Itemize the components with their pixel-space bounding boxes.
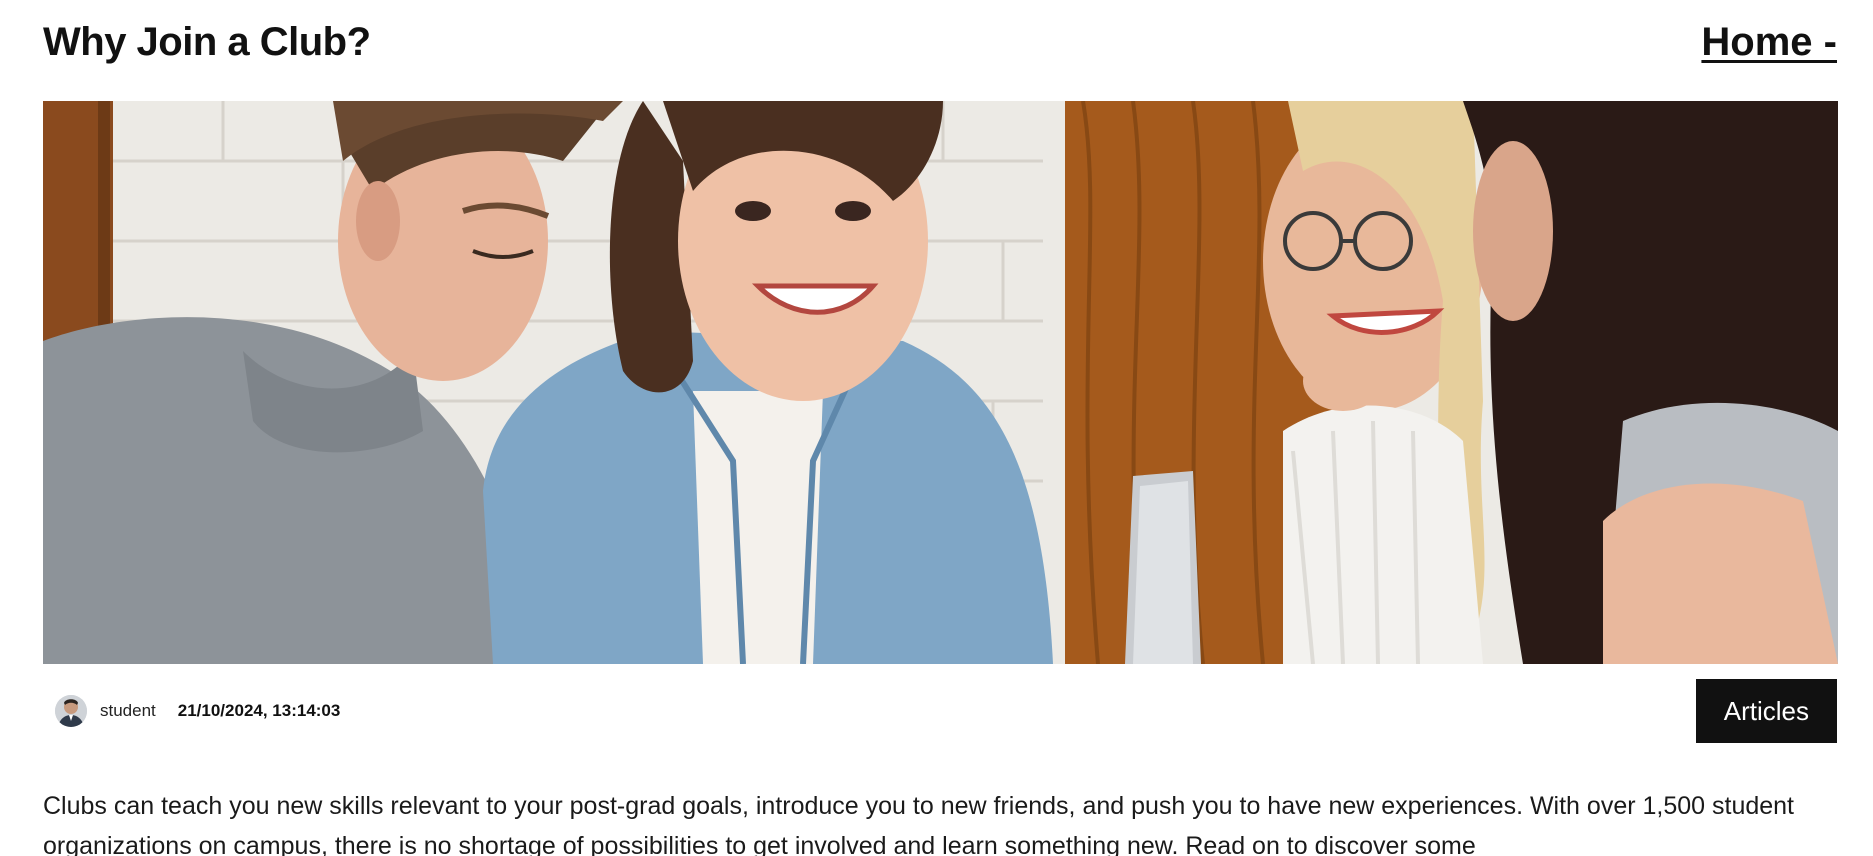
home-link[interactable]: Home -: [1701, 20, 1837, 65]
author-name[interactable]: student: [100, 701, 156, 721]
page-header: Why Join a Club? Home -: [43, 14, 1837, 70]
category-articles-button[interactable]: Articles: [1695, 679, 1837, 743]
author-info: student 21/10/2024, 13:14:03: [43, 695, 340, 727]
article-meta: student 21/10/2024, 13:14:03 Articles: [43, 679, 1837, 743]
page-title: Why Join a Club?: [43, 19, 371, 64]
students-photo: [43, 101, 1838, 664]
avatar[interactable]: [55, 695, 87, 727]
hero-image: [43, 101, 1838, 664]
post-date: 21/10/2024, 13:14:03: [177, 701, 341, 720]
article-intro: Clubs can teach you new skills relevant …: [43, 792, 1795, 856]
user-avatar-icon: [55, 695, 87, 727]
article-page: Why Join a Club? Home - student 21/10/20…: [0, 0, 1873, 856]
